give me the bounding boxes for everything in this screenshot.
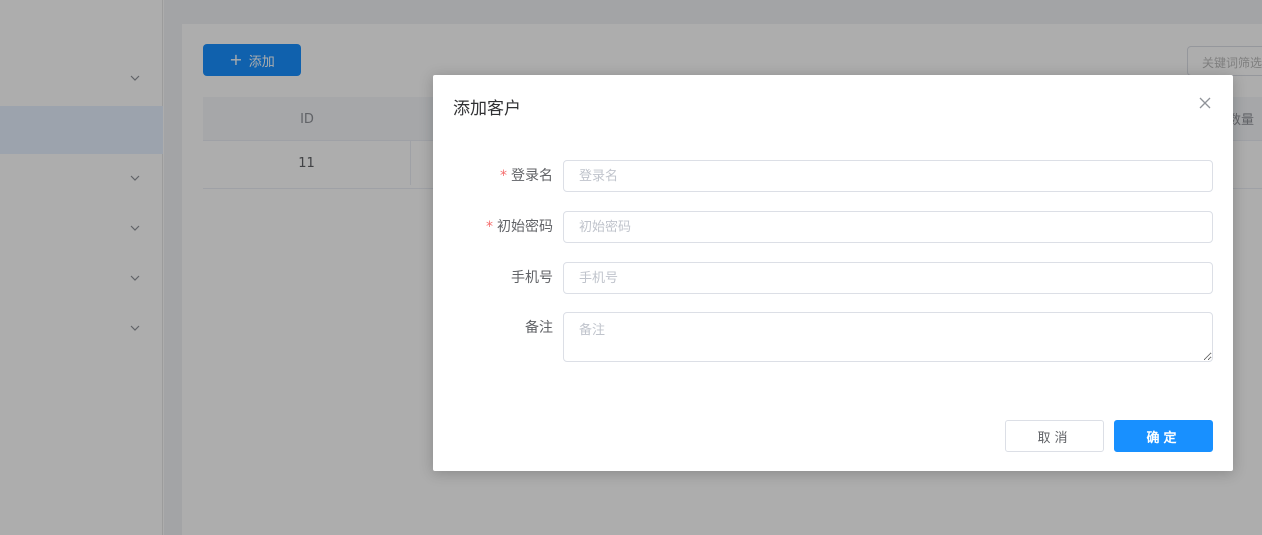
dialog-title: 添加客户 — [453, 99, 521, 119]
remark-textarea[interactable] — [563, 312, 1213, 362]
login-name-input[interactable] — [563, 160, 1213, 192]
cancel-button[interactable]: 取消 — [1005, 420, 1104, 452]
confirm-button[interactable]: 确定 — [1114, 420, 1213, 452]
phone-label: 手机号 — [511, 270, 553, 286]
close-icon[interactable] — [1197, 95, 1213, 111]
initial-password-input[interactable] — [563, 211, 1213, 243]
remark-label: 备注 — [525, 320, 553, 336]
required-mark: * — [500, 168, 507, 184]
add-customer-dialog: 添加客户 *登录名 *初始密码 手机号 备注 取消 确定 — [433, 75, 1233, 471]
phone-input[interactable] — [563, 262, 1213, 294]
login-name-label: * 登录名 — [500, 168, 553, 184]
initial-password-label: * 初始密码 — [486, 219, 553, 235]
required-mark: * — [486, 219, 493, 235]
